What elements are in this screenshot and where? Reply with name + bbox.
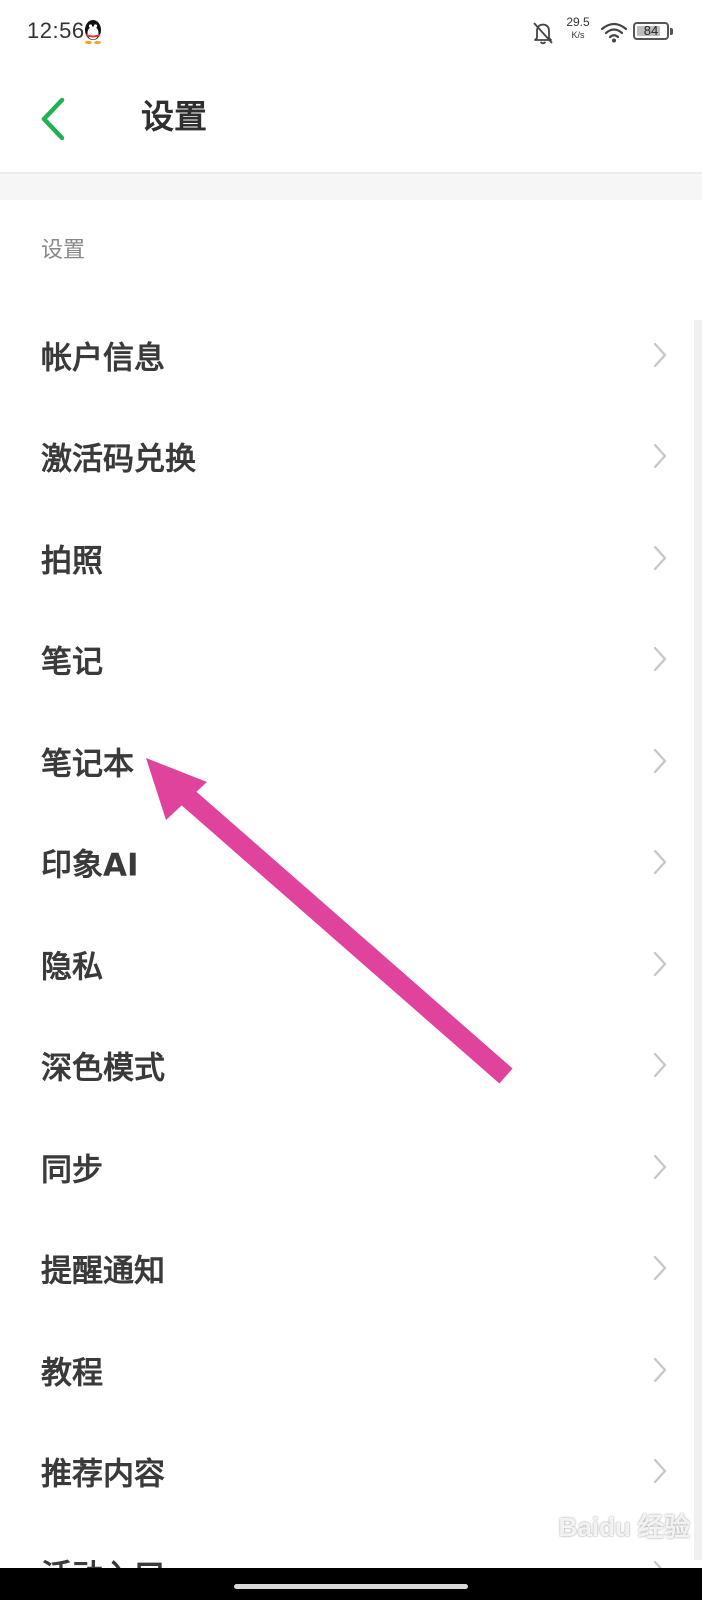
settings-item-ai[interactable]: 印象AI [0,812,702,914]
scrollbar-track[interactable] [694,320,702,1560]
watermark-url: jingyan.baidu.com [577,1542,690,1558]
settings-item-privacy[interactable]: 隐私 [0,913,702,1015]
settings-list: 帐户信息 激活码兑换 拍照 笔记 笔记本 印象AI 隐私 深色模式 同步 提醒通… [0,304,702,1624]
wifi-icon [600,22,628,43]
settings-item-notes[interactable]: 笔记 [0,609,702,711]
chevron-right-icon [653,1256,667,1281]
network-speed: 29.5 K/s [563,16,593,42]
chevron-right-icon [653,342,667,367]
qq-penguin-icon [85,20,101,45]
settings-item-label: 教程 [41,1355,103,1392]
settings-item-tutorial[interactable]: 教程 [0,1319,702,1421]
chevron-right-icon [653,748,667,773]
network-speed-unit: K/s [571,30,585,40]
settings-item-label: 推荐内容 [41,1456,165,1493]
chevron-right-icon [653,1154,667,1179]
settings-item-label: 印象AI [41,847,139,884]
watermark: Baidu 经验 jingyan.baidu.com [540,1512,690,1558]
back-arrow-icon[interactable] [30,94,76,144]
settings-item-label: 拍照 [41,543,103,580]
chevron-right-icon [653,1053,667,1078]
chevron-right-icon [653,1459,667,1484]
battery-indicator: 84 [633,22,673,40]
chevron-right-icon [653,1357,667,1382]
settings-item-label: 笔记本 [41,746,134,783]
network-speed-value: 29.5 [566,15,590,29]
home-indicator[interactable] [234,1584,468,1589]
settings-item-recommended[interactable]: 推荐内容 [0,1421,702,1523]
settings-item-sync[interactable]: 同步 [0,1116,702,1218]
settings-item-camera[interactable]: 拍照 [0,507,702,609]
settings-item-reminders[interactable]: 提醒通知 [0,1218,702,1320]
settings-item-activation-code[interactable]: 激活码兑换 [0,406,702,508]
chevron-right-icon [653,647,667,672]
battery-level: 84 [643,23,659,38]
settings-item-label: 激活码兑换 [41,441,196,478]
section-header: 设置 [41,238,86,263]
status-bar: 12:56 29.5 K/s 84 [0,0,702,64]
settings-item-notebook[interactable]: 笔记本 [0,710,702,812]
settings-item-label: 提醒通知 [41,1253,165,1290]
settings-item-dark-mode[interactable]: 深色模式 [0,1015,702,1117]
watermark-logo: Baidu 经验 [558,1512,690,1542]
bell-muted-icon [533,22,553,45]
settings-item-label: 深色模式 [41,1050,165,1087]
status-time: 12:56 [27,18,85,43]
chevron-right-icon [653,951,667,976]
settings-item-label: 帐户信息 [41,340,165,377]
settings-item-label: 隐私 [41,949,103,986]
chevron-right-icon [653,444,667,469]
page-title: 设置 [141,97,207,136]
settings-item-label: 笔记 [41,644,103,681]
chevron-right-icon [653,545,667,570]
navigation-bar: 设置 [0,64,702,174]
chevron-right-icon [653,850,667,875]
settings-item-account-info[interactable]: 帐户信息 [0,304,702,406]
settings-item-label: 同步 [41,1152,103,1189]
section-divider [0,174,702,200]
